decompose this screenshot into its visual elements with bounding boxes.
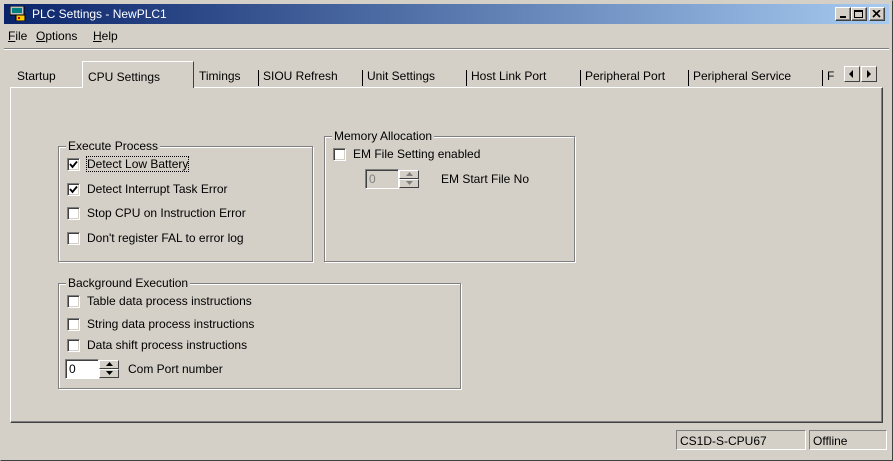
detect-interrupt-task-error-label: Detect Interrupt Task Error: [87, 182, 228, 196]
com-port-field[interactable]: 0: [65, 359, 99, 379]
checkbox-box[interactable]: [333, 148, 346, 161]
tab-strip: Startup CPU Settings Timings SIOU Refres…: [12, 61, 882, 88]
string-data-process-label: String data process instructions: [87, 317, 255, 331]
checkbox-box[interactable]: [67, 318, 80, 331]
tab-host-link-port[interactable]: Host Link Port: [466, 66, 580, 88]
memory-allocation-title: Memory Allocation: [332, 129, 435, 143]
com-port-label: Com Port number: [128, 362, 223, 376]
scroll-right-icon: [867, 70, 871, 78]
cpu-settings-page: Execute Process Detect Low Battery Detec…: [10, 87, 883, 423]
table-data-process-label: Table data process instructions: [87, 294, 252, 308]
arrow-down-icon: [106, 371, 113, 375]
maximize-icon: [854, 10, 863, 18]
detect-low-battery-label: Detect Low Battery: [85, 156, 190, 172]
menu-help[interactable]: Help: [93, 29, 118, 43]
tab-peripheral-port[interactable]: Peripheral Port: [580, 66, 688, 88]
tab-peripheral-service[interactable]: Peripheral Service: [688, 66, 822, 88]
checkbox-box[interactable]: [67, 207, 80, 220]
tab-scroll-left-button[interactable]: [844, 66, 860, 82]
status-cpu-model: CS1D-S-CPU67: [676, 430, 806, 450]
status-connection-state: Offline: [809, 430, 887, 450]
em-file-setting-label: EM File Setting enabled: [353, 147, 481, 161]
close-button[interactable]: [869, 7, 885, 21]
tab-siou-refresh[interactable]: SIOU Refresh: [258, 66, 362, 88]
background-execution-group: Background Execution Table data process …: [58, 276, 461, 389]
maximize-button[interactable]: [851, 7, 867, 21]
checkbox-box[interactable]: [67, 295, 80, 308]
spin-up-button[interactable]: [99, 360, 119, 369]
tab-timings[interactable]: Timings: [194, 66, 258, 88]
tab-scroll-right-button[interactable]: [861, 66, 877, 82]
checkbox-box[interactable]: [67, 339, 80, 352]
close-icon: [872, 10, 881, 18]
checkbox-box[interactable]: [67, 158, 80, 171]
dont-register-fal-label: Don't register FAL to error log: [87, 231, 244, 245]
arrow-up-icon: [406, 172, 413, 176]
menu-options[interactable]: Options: [36, 29, 77, 43]
em-start-file-stepper: [399, 170, 419, 188]
minimize-icon: [840, 16, 846, 18]
checkbox-box[interactable]: [67, 183, 80, 196]
background-execution-title: Background Execution: [66, 276, 191, 290]
checkbox-box[interactable]: [67, 232, 80, 245]
execute-process-title: Execute Process: [66, 139, 161, 153]
scroll-left-icon: [849, 70, 853, 78]
tab-cpu-settings[interactable]: CPU Settings: [82, 61, 194, 88]
spin-down-button[interactable]: [399, 179, 419, 188]
window-title: PLC Settings - NewPLC1: [32, 7, 167, 21]
minimize-button[interactable]: [835, 7, 851, 21]
memory-allocation-group: Memory Allocation EM File Setting enable…: [324, 129, 575, 262]
com-port-spinner: 0 Com Port number: [65, 359, 325, 379]
em-start-file-spinner: 0 EM Start File No: [365, 169, 565, 189]
menu-bar: File Options Help: [4, 26, 889, 46]
arrow-up-icon: [106, 362, 113, 366]
spin-up-button[interactable]: [399, 170, 419, 179]
menu-file[interactable]: File: [8, 29, 27, 43]
stop-cpu-on-instruction-error-label: Stop CPU on Instruction Error: [87, 206, 246, 220]
checkmark-icon: [69, 185, 78, 194]
checkmark-icon: [69, 160, 78, 169]
plc-settings-icon[interactable]: [9, 5, 26, 22]
plc-settings-window: PLC Settings - NewPLC1 File Options Help…: [0, 0, 893, 461]
tab-unit-settings[interactable]: Unit Settings: [362, 66, 466, 88]
data-shift-process-label: Data shift process instructions: [87, 338, 248, 352]
title-bar[interactable]: PLC Settings - NewPLC1: [4, 4, 889, 24]
menu-separator: [4, 48, 889, 50]
em-start-file-label: EM Start File No: [441, 172, 530, 186]
arrow-down-icon: [406, 181, 413, 185]
spin-down-button[interactable]: [99, 369, 119, 378]
tab-truncated[interactable]: F: [822, 66, 844, 88]
em-start-file-field[interactable]: 0: [365, 169, 399, 189]
tab-startup[interactable]: Startup: [12, 66, 82, 88]
com-port-stepper: [99, 360, 119, 378]
execute-process-group: Execute Process Detect Low Battery Detec…: [58, 139, 313, 262]
